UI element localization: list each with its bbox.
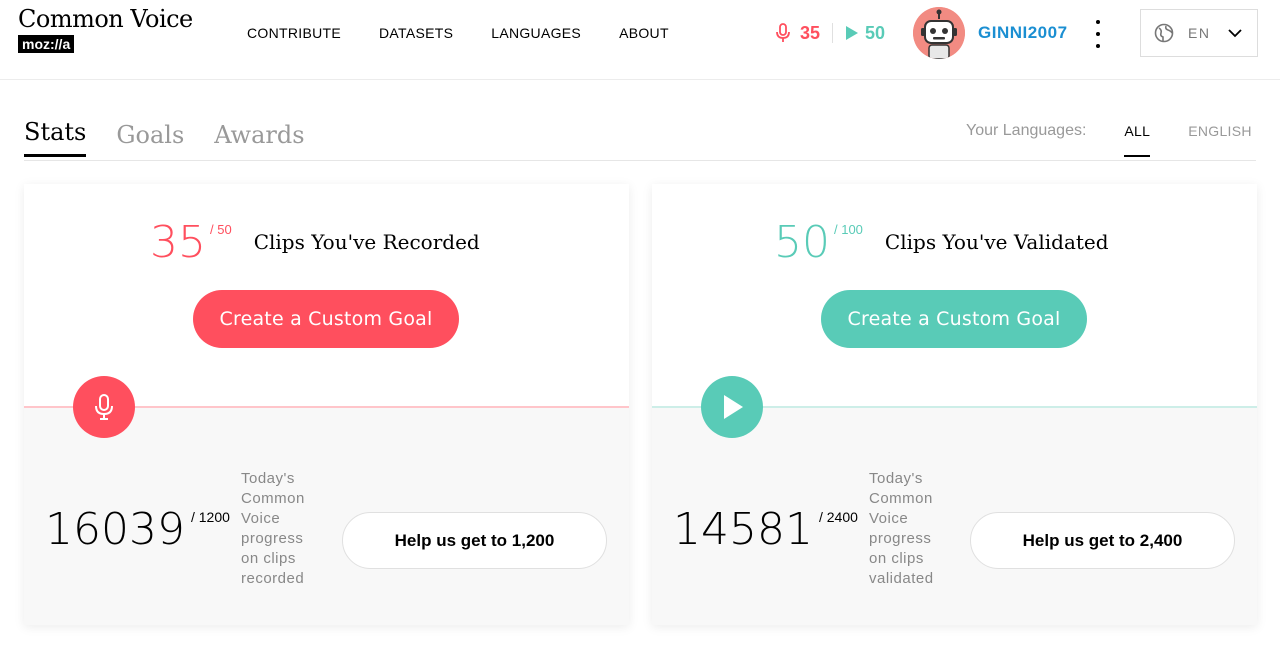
nav-languages[interactable]: LANGUAGES <box>491 24 581 42</box>
username[interactable]: GINNI2007 <box>978 23 1068 43</box>
create-custom-goal-button[interactable]: Create a Custom Goal <box>821 290 1087 348</box>
recorded-goal: 35 / 50 Clips You've Recorded <box>150 218 480 268</box>
daily-validated-caption: Today's Common Voice progress on clips v… <box>869 470 934 587</box>
chevron-down-icon <box>1228 29 1242 38</box>
create-custom-goal-button[interactable]: Create a Custom Goal <box>193 290 459 348</box>
tab-awards[interactable]: Awards <box>214 121 304 157</box>
globe-icon <box>1154 23 1174 43</box>
validated-count: 50 <box>845 23 885 44</box>
card-top: 35 / 50 Clips You've Recorded Create a C… <box>24 184 629 407</box>
validated-goal-target: / 100 <box>834 222 863 237</box>
language-filter: Your Languages: ALL ENGLISH <box>966 121 1252 157</box>
tab-goals[interactable]: Goals <box>116 121 184 157</box>
daily-validated-value: 14581 <box>673 504 813 555</box>
logo[interactable]: Common Voice moz://a <box>18 5 193 54</box>
language-select[interactable]: EN <box>1140 9 1258 57</box>
validate-button[interactable] <box>701 376 763 438</box>
recorded-stats-card: 35 / 50 Clips You've Recorded Create a C… <box>24 184 629 625</box>
recorded-count-value: 35 <box>800 22 821 43</box>
help-goal-button[interactable]: Help us get to 2,400 <box>970 512 1235 569</box>
logo-title: Common Voice <box>18 5 193 33</box>
nav-datasets[interactable]: DATASETS <box>379 24 453 42</box>
nav-contribute[interactable]: CONTRIBUTE <box>247 24 341 42</box>
main-nav: CONTRIBUTE DATASETS LANGUAGES ABOUT <box>247 24 707 42</box>
language-filter-all[interactable]: ALL <box>1124 121 1151 157</box>
daily-recorded-value: 16039 <box>45 504 185 555</box>
card-top: 50 / 100 Clips You've Validated Create a… <box>652 184 1257 407</box>
dashboard-tabs: Stats Goals Awards <box>24 118 335 157</box>
validated-goal: 50 / 100 Clips You've Validated <box>774 218 1109 268</box>
play-icon <box>846 26 859 40</box>
language-filter-label: Your Languages: <box>966 122 1087 139</box>
validated-stats-card: 50 / 100 Clips You've Validated Create a… <box>652 184 1257 625</box>
robot-avatar-icon <box>913 7 965 59</box>
recorded-goal-label: Clips You've Recorded <box>253 230 480 254</box>
play-icon <box>724 395 743 419</box>
recorded-count: 35 <box>776 23 820 44</box>
language-filter-english[interactable]: ENGLISH <box>1188 121 1252 155</box>
daily-validated-target: / 2400 <box>818 509 858 525</box>
microphone-icon <box>776 23 790 42</box>
contribution-counts: 35 50 <box>776 21 885 45</box>
avatar[interactable] <box>913 7 965 59</box>
count-divider <box>832 23 834 43</box>
daily-recorded-progress: 16039 / 1200 <box>45 505 230 555</box>
top-header: Common Voice moz://a CONTRIBUTE DATASETS… <box>0 0 1280 80</box>
more-menu-icon[interactable] <box>1090 20 1106 48</box>
help-goal-button[interactable]: Help us get to 1,200 <box>342 512 607 569</box>
record-button[interactable] <box>73 376 135 438</box>
validated-goal-label: Clips You've Validated <box>884 230 1109 254</box>
daily-validated-progress: 14581 / 2400 <box>673 505 858 555</box>
tabs-divider <box>24 160 1256 161</box>
nav-about[interactable]: ABOUT <box>619 24 669 42</box>
recorded-goal-target: / 50 <box>210 222 232 237</box>
recorded-goal-value: 35 <box>150 217 206 268</box>
daily-recorded-target: / 1200 <box>190 509 230 525</box>
language-code: EN <box>1188 25 1211 41</box>
tab-stats[interactable]: Stats <box>24 118 87 157</box>
validated-goal-value: 50 <box>774 217 830 268</box>
microphone-icon <box>95 394 113 420</box>
daily-recorded-caption: Today's Common Voice progress on clips r… <box>241 470 305 587</box>
mozilla-logo: moz://a <box>18 35 75 53</box>
validated-count-value: 50 <box>865 22 886 43</box>
